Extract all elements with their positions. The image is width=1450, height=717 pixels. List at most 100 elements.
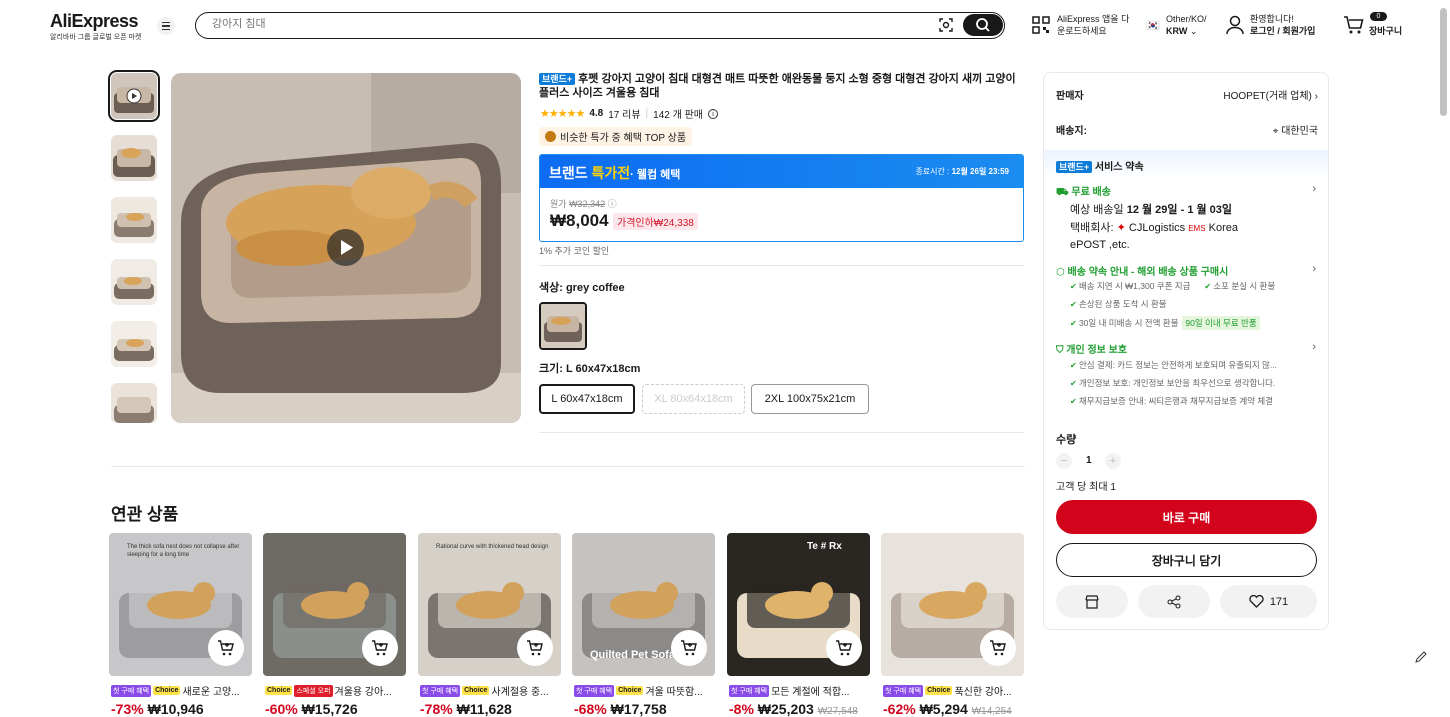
info-icon[interactable]: ⓘ: [608, 199, 617, 209]
free-shipping-row[interactable]: ⛟ 무료 배송: [1056, 183, 1318, 200]
info-icon[interactable]: i: [707, 108, 718, 119]
shield-check-icon: ⛉: [1056, 345, 1064, 356]
related-product-card[interactable]: Quilted Pet Sofa 첫 구매 혜택 Choice 겨울 따뜻함... -6…: [572, 533, 715, 717]
size-option-l[interactable]: L 60x47x18cm: [539, 384, 635, 414]
product-tag: 첫 구매 혜택: [729, 684, 770, 697]
chevron-right-icon[interactable]: ›: [1312, 263, 1316, 275]
original-price: ₩14,254: [971, 706, 1012, 717]
share-button[interactable]: [1138, 585, 1210, 618]
scrollbar[interactable]: [1440, 8, 1447, 116]
divider: [111, 466, 1025, 467]
search-button[interactable]: [963, 14, 1003, 36]
related-product-card[interactable]: Te # Rx 첫 구매 혜택 모든 계절에 적합... -8% ₩25,203 ₩2…: [727, 533, 870, 717]
cart-icon[interactable]: [1343, 15, 1365, 35]
add-to-cart-icon[interactable]: [671, 630, 707, 666]
related-product-image[interactable]: The thick sofa nest does not collapse af…: [109, 533, 252, 676]
qty-increase-button[interactable]: +: [1105, 453, 1121, 469]
cart-label[interactable]: 장바구니: [1369, 24, 1402, 37]
product-tags: 첫 구매 혜택 모든 계절에 적합...: [729, 683, 870, 698]
aliexpress-logo[interactable]: AliExpress: [50, 11, 139, 32]
share-icon: [1167, 595, 1181, 608]
add-to-cart-button[interactable]: 장바구니 담기: [1056, 543, 1317, 577]
sold-count: 142 개 판매: [653, 110, 703, 121]
divider: [539, 432, 1024, 433]
original-price: ₩27,548: [817, 706, 858, 717]
wishlist-button[interactable]: 171: [1220, 585, 1317, 618]
brand-plus-tag: 브랜드+: [1056, 161, 1093, 173]
privacy-row[interactable]: ⛉ 개인 정보 보호: [1056, 341, 1318, 356]
product-tag: Choice: [462, 686, 490, 695]
thumbnail-image[interactable]: [111, 383, 157, 423]
size-option-2xl[interactable]: 2XL 100x75x21cm: [751, 384, 869, 414]
chevron-right-icon[interactable]: ›: [1312, 183, 1316, 195]
seller-row[interactable]: 판매자 HOOPET(거래 업체) ›: [1056, 87, 1318, 102]
related-product-card[interactable]: Choice 스페셜 오퍼 겨울용 강아... -60% ₩15,726: [263, 533, 406, 717]
thumbnail-image[interactable]: [111, 197, 157, 243]
discount-percent: -60%: [265, 701, 298, 717]
related-product-image[interactable]: Quilted Pet Sofa: [572, 533, 715, 676]
color-swatch-grey-coffee[interactable]: [539, 302, 587, 350]
product-name[interactable]: 모든 계절에 적합...: [771, 683, 849, 698]
thumbnail-image[interactable]: [111, 321, 157, 367]
quantity-value[interactable]: 1: [1086, 455, 1092, 466]
login-link[interactable]: 환영합니다! 로그인 / 회원가입: [1250, 13, 1315, 37]
product-price: -60% ₩15,726: [265, 701, 358, 717]
play-video-button[interactable]: [327, 229, 364, 266]
discount-percent: -8%: [729, 701, 754, 717]
add-to-cart-icon[interactable]: [517, 630, 553, 666]
qty-decrease-button[interactable]: −: [1056, 453, 1072, 469]
product-tag: Choice: [265, 686, 293, 695]
image-overlay-text: The thick sofa nest does not collapse af…: [127, 544, 240, 558]
related-product-image[interactable]: Te # Rx: [727, 533, 870, 676]
brand-plus-tag: 브랜드+: [539, 73, 576, 85]
related-product-card[interactable]: Rational curve with thickened head desig…: [418, 533, 561, 717]
product-name[interactable]: 새로운 고양...: [182, 683, 239, 698]
purchase-panel: 판매자 HOOPET(거래 업체) › 배송지: ⌖ 대한민국 브랜드+ 서비스…: [1043, 72, 1329, 630]
thumbnail-image[interactable]: [111, 135, 157, 181]
qr-code-icon[interactable]: [1032, 16, 1050, 34]
add-to-cart-icon[interactable]: [826, 630, 862, 666]
discount-tag: 가격인하₩24,338: [613, 213, 698, 230]
related-product-image[interactable]: [881, 533, 1024, 676]
user-icon[interactable]: [1226, 15, 1244, 35]
buy-now-button[interactable]: 바로 구매: [1056, 500, 1317, 534]
price-value: ₩15,726: [301, 701, 358, 717]
add-to-cart-icon[interactable]: [362, 630, 398, 666]
product-name[interactable]: 푹신한 강아...: [954, 683, 1011, 698]
thumbnail-image[interactable]: [111, 259, 157, 305]
related-product-card[interactable]: 첫 구매 혜택 Choice 푹신한 강아... -62% ₩5,294 ₩14,25…: [881, 533, 1024, 717]
region-selector[interactable]: Other/KO/ KRW ⌄: [1166, 13, 1207, 37]
add-to-cart-icon[interactable]: [980, 630, 1016, 666]
product-name[interactable]: 겨울 따뜻함...: [645, 683, 702, 698]
thumbnail-video[interactable]: [108, 70, 160, 122]
brand-deal-box: 브랜드 특가전· 웰컴 혜택 종료시간 : 12월 26일 23:59 원가 ₩…: [539, 154, 1024, 242]
chevron-down-icon: ⌄: [1189, 26, 1198, 36]
product-tag: Choice: [153, 686, 181, 695]
related-product-card[interactable]: The thick sofa nest does not collapse af…: [109, 533, 252, 717]
menu-icon[interactable]: [157, 17, 175, 35]
image-search-icon[interactable]: [938, 17, 954, 33]
product-price: -8% ₩25,203 ₩27,548: [729, 701, 858, 717]
store-button[interactable]: [1056, 585, 1128, 618]
delivery-promise-row[interactable]: ⬡ 배송 약속 안내 - 해외 배송 상품 구매시: [1056, 263, 1318, 278]
product-name[interactable]: 사계절용 중...: [491, 683, 548, 698]
size-option-xl[interactable]: XL 80x64x18cm: [642, 384, 745, 414]
review-count[interactable]: 17 리뷰: [608, 106, 640, 121]
store-icon: [1085, 594, 1099, 609]
product-name[interactable]: 겨울용 강아...: [335, 683, 392, 698]
search-input[interactable]: [212, 18, 912, 30]
related-product-image[interactable]: Rational curve with thickened head desig…: [418, 533, 561, 676]
original-price: 원가 ₩32,342 ⓘ: [550, 199, 617, 209]
image-overlay-text: Quilted Pet Sofa: [590, 649, 675, 661]
award-icon: [545, 131, 556, 142]
add-to-cart-icon[interactable]: [208, 630, 244, 666]
related-product-image[interactable]: [263, 533, 406, 676]
heart-icon: [1249, 595, 1264, 608]
edit-icon[interactable]: [1413, 649, 1429, 665]
search-bar: [195, 12, 1005, 39]
product-price: -78% ₩11,628: [420, 701, 512, 717]
ship-to-row[interactable]: 배송지: ⌖ 대한민국: [1056, 122, 1318, 137]
product-tag: 첫 구매 혜택: [111, 684, 152, 697]
download-app-link[interactable]: AliExpress 앱을 다 운로드하세요: [1057, 13, 1137, 37]
chevron-right-icon[interactable]: ›: [1312, 341, 1316, 353]
